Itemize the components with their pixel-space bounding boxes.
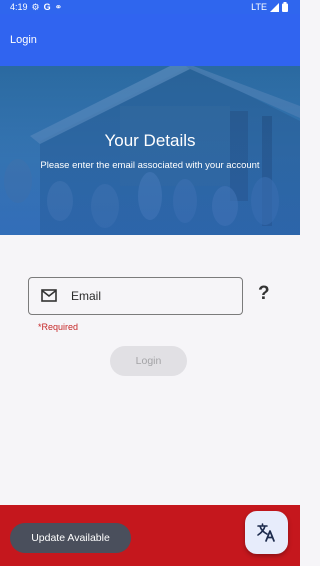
status-right: LTE [251,0,288,14]
app-bar-title: Login [10,34,37,46]
email-field[interactable] [28,277,243,315]
google-icon: G [43,2,51,12]
signal-icon [270,2,279,12]
sync-icon: ⚭ [54,2,63,12]
status-bar: 4:19 ⚙ G ⚭ LTE [0,0,300,14]
hero-banner: Your Details Please enter the email asso… [0,66,300,235]
hero-title: Your Details [104,131,196,150]
help-button[interactable]: ? [258,283,270,305]
update-available-button[interactable]: Update Available [10,523,131,553]
battery-icon [282,2,288,12]
app-bar: Login [0,14,300,66]
settings-icon: ⚙ [31,2,40,12]
login-button[interactable]: Login [110,346,187,376]
mail-icon [41,289,57,302]
status-time: 4:19 [10,2,28,12]
status-left: 4:19 ⚙ G ⚭ [10,0,62,14]
translate-button[interactable] [245,511,288,554]
required-hint: *Required [38,322,79,332]
email-input[interactable] [71,278,236,314]
translate-icon [257,523,275,542]
network-label: LTE [251,2,267,12]
hero-subtitle: Please enter the email associated with y… [40,160,260,171]
